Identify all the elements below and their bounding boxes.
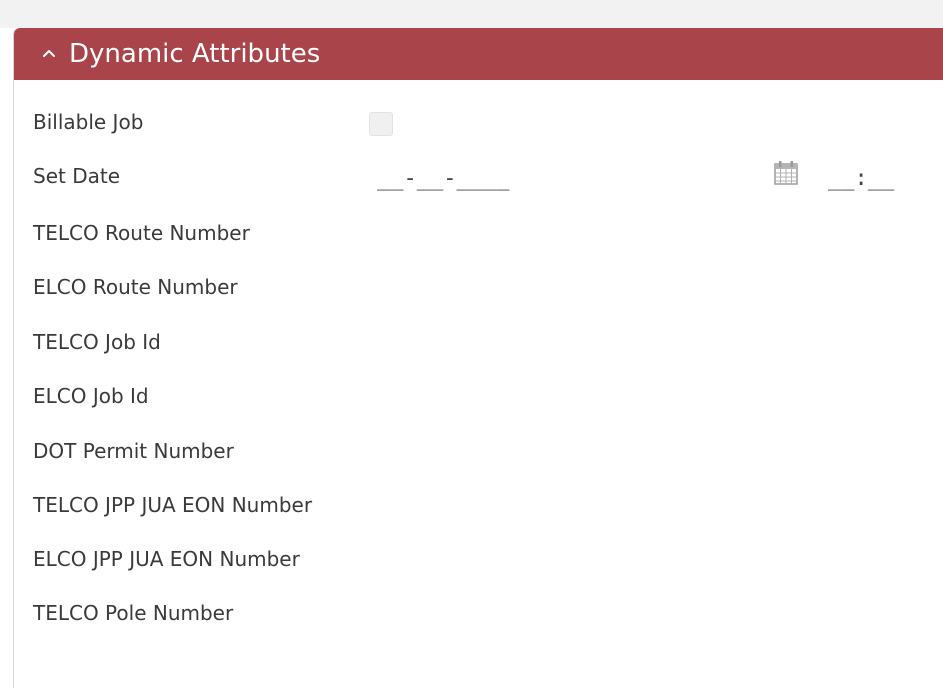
billable-job-checkbox[interactable] <box>369 112 393 136</box>
panel-header[interactable]: Dynamic Attributes <box>14 28 943 80</box>
telco-job-id-label: TELCO Job Id <box>33 330 161 354</box>
set-date-label: Set Date <box>33 164 121 188</box>
elco-route-number-label: ELCO Route Number <box>33 275 238 299</box>
dot-permit-number-label: DOT Permit Number <box>33 439 234 463</box>
dynamic-attributes-panel: Dynamic Attributes Billable Job Set Date… <box>13 28 943 688</box>
telco-route-number-label: TELCO Route Number <box>33 221 250 245</box>
panel-title: Dynamic Attributes <box>69 39 321 69</box>
top-strip <box>0 0 943 28</box>
elco-job-id-label: ELCO Job Id <box>33 384 149 408</box>
elco-jpp-jua-eon-number-label: ELCO JPP JUA EON Number <box>33 547 300 571</box>
telco-pole-number-label: TELCO Pole Number <box>33 601 234 625</box>
set-date-input[interactable]: __-__-____ <box>377 165 509 193</box>
set-time-input[interactable]: __:__ <box>828 165 894 193</box>
chevron-up-icon[interactable] <box>41 45 57 61</box>
billable-job-label: Billable Job <box>33 110 144 134</box>
telco-jpp-jua-eon-number-label: TELCO JPP JUA EON Number <box>33 493 313 517</box>
calendar-icon[interactable] <box>773 160 799 186</box>
